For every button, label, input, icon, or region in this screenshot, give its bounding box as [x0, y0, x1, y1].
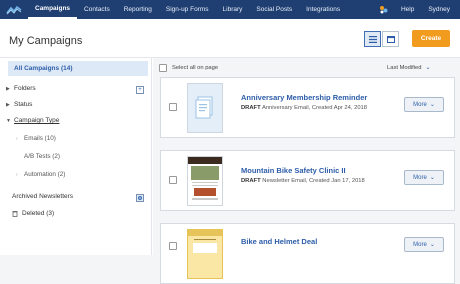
- more-label: More: [413, 101, 427, 108]
- campaign-title[interactable]: Bike and Helmet Deal: [241, 237, 317, 246]
- campaign-details: Newsletter Email, Created Jan 17, 2018: [262, 178, 365, 184]
- nav-help[interactable]: Help: [394, 0, 421, 19]
- campaign-list: Select all on page Last Modified ⌄ Anniv…: [153, 58, 460, 284]
- top-nav: Campaigns Contacts Reporting Sign-up For…: [0, 0, 460, 19]
- user-menu[interactable]: Sydney: [421, 0, 460, 19]
- more-button[interactable]: More ⌄: [404, 170, 444, 185]
- nav-integrations[interactable]: Integrations: [299, 0, 347, 19]
- sidebar-item-label: Folders: [14, 85, 36, 92]
- sidebar-item-all-campaigns[interactable]: All Campaigns (14): [8, 61, 148, 76]
- select-all[interactable]: Select all on page: [159, 64, 218, 72]
- sort-dropdown[interactable]: Last Modified ⌄: [387, 64, 431, 72]
- caret-right-icon: ▶: [6, 85, 10, 92]
- caret-right-icon: ›: [16, 135, 18, 142]
- sidebar: All Campaigns (14) ▶ Folders + ▶ Status …: [0, 58, 152, 255]
- select-all-checkbox[interactable]: [159, 64, 167, 72]
- calendar-view-button[interactable]: [382, 31, 399, 47]
- create-button[interactable]: Create: [412, 30, 450, 47]
- nav-social-posts[interactable]: Social Posts: [249, 0, 299, 19]
- campaign-status: DRAFT: [241, 178, 261, 184]
- sidebar-item-automation[interactable]: › Automation (2): [16, 171, 65, 178]
- campaign-status: DRAFT: [241, 105, 261, 111]
- sidebar-item-label: Deleted (3): [22, 210, 55, 217]
- sidebar-item-emails[interactable]: › Emails (10): [16, 135, 56, 142]
- gear-icon: [138, 196, 142, 200]
- nav-reporting[interactable]: Reporting: [117, 0, 159, 19]
- campaign-meta: DRAFT Anniversary Email, Created Apr 24,…: [241, 105, 367, 111]
- sidebar-item-label: Archived Newsletters: [12, 193, 74, 200]
- add-folder-button[interactable]: +: [136, 86, 144, 94]
- caret-right-icon: ›: [16, 171, 18, 178]
- sidebar-item-label: Status: [14, 101, 33, 108]
- campaign-card[interactable]: Anniversary Membership Reminder DRAFT An…: [160, 77, 455, 138]
- row-checkbox[interactable]: [169, 176, 177, 184]
- nav-signup-forms[interactable]: Sign-up Forms: [159, 0, 216, 19]
- apps-icon[interactable]: [373, 5, 394, 14]
- nav-campaigns[interactable]: Campaigns: [28, 0, 78, 19]
- campaign-thumbnail: [187, 156, 223, 206]
- logo-icon[interactable]: [0, 0, 28, 19]
- list-view-icon: [368, 35, 377, 43]
- page-content: My Campaigns Create All Campaigns (14) ▶…: [0, 19, 460, 284]
- select-all-label: Select all on page: [172, 65, 219, 71]
- campaign-card[interactable]: Mountain Bike Safety Clinic II DRAFT New…: [160, 150, 455, 211]
- campaign-thumbnail: [187, 229, 223, 279]
- campaign-title[interactable]: Mountain Bike Safety Clinic II: [241, 166, 346, 175]
- chevron-down-icon: ⌄: [429, 242, 435, 248]
- sidebar-item-campaign-type[interactable]: ▼ Campaign Type: [6, 117, 59, 124]
- chevron-down-icon: ⌄: [429, 175, 435, 181]
- chevron-down-icon: ⌄: [429, 102, 435, 108]
- sidebar-item-folders[interactable]: ▶ Folders: [6, 85, 36, 92]
- caret-right-icon: ▶: [6, 101, 10, 108]
- sidebar-item-label: Automation (2): [24, 171, 66, 178]
- more-button[interactable]: More ⌄: [404, 97, 444, 112]
- sidebar-item-label: Campaign Type: [14, 117, 60, 124]
- campaign-title[interactable]: Anniversary Membership Reminder: [241, 93, 367, 102]
- more-label: More: [413, 174, 427, 181]
- row-checkbox[interactable]: [169, 242, 177, 250]
- archived-settings-button[interactable]: [136, 194, 144, 202]
- trash-icon: [12, 210, 22, 217]
- chevron-down-icon: ⌄: [425, 65, 431, 71]
- sidebar-item-ab-tests[interactable]: A/B Tests (2): [24, 153, 60, 160]
- sidebar-item-label: A/B Tests (2): [24, 153, 60, 160]
- row-checkbox[interactable]: [169, 103, 177, 111]
- calendar-view-icon: [386, 36, 395, 43]
- campaign-details: Anniversary Email, Created Apr 24, 2018: [261, 105, 367, 111]
- campaign-thumbnail: [187, 83, 223, 133]
- caret-down-icon: ▼: [6, 117, 11, 124]
- sidebar-item-label: Emails (10): [24, 135, 56, 142]
- nav-library[interactable]: Library: [216, 0, 250, 19]
- nav-contacts[interactable]: Contacts: [77, 0, 117, 19]
- list-view-button[interactable]: [364, 31, 381, 47]
- more-button[interactable]: More ⌄: [404, 237, 444, 252]
- campaign-meta: DRAFT Newsletter Email, Created Jan 17, …: [241, 178, 365, 184]
- sidebar-item-status[interactable]: ▶ Status: [6, 101, 32, 108]
- page-title: My Campaigns: [9, 35, 83, 47]
- sort-label: Last Modified: [387, 64, 422, 71]
- campaign-card[interactable]: Bike and Helmet Deal More ⌄: [160, 223, 455, 284]
- more-label: More: [413, 241, 427, 248]
- sidebar-item-archived[interactable]: Archived Newsletters: [12, 193, 73, 200]
- sidebar-item-deleted[interactable]: Deleted (3): [12, 210, 54, 217]
